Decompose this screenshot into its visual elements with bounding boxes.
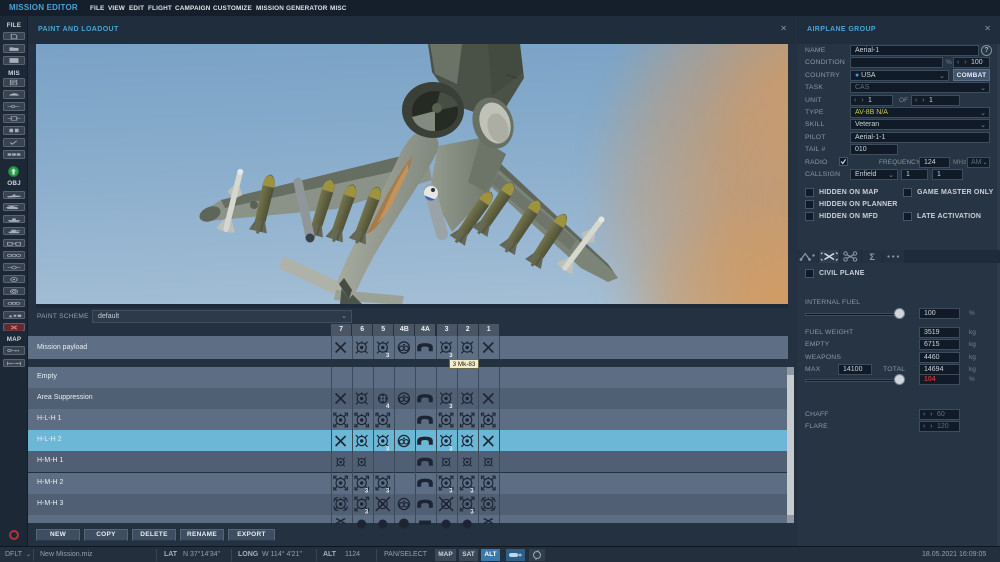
svg-text:3: 3 (449, 404, 453, 410)
svg-text:4: 4 (386, 404, 390, 410)
svg-text:3: 3 (386, 446, 390, 452)
svg-text:3: 3 (386, 353, 390, 359)
svg-text:3: 3 (449, 446, 453, 452)
svg-text:Σ: Σ (869, 252, 875, 263)
